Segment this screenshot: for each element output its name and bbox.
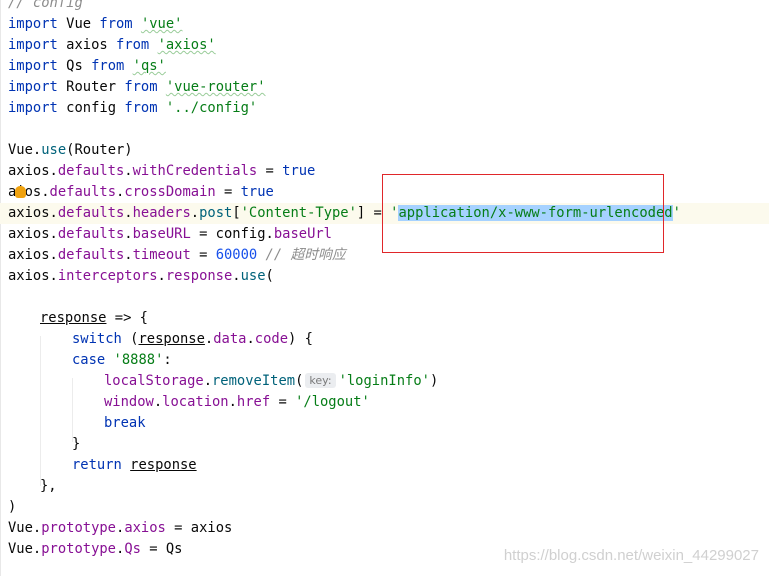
- code-line-interceptor: axios.interceptors.response.use(: [8, 268, 274, 284]
- code-line-base-url: axios.defaults.baseURL = config.baseUrl: [8, 226, 332, 242]
- intention-bulb-icon[interactable]: [15, 186, 26, 198]
- code-line-import-vue: import Vue from 'vue': [8, 16, 183, 32]
- code-line-with-credentials: axios.defaults.withCredentials = true: [8, 163, 316, 179]
- code-line-return: return response: [72, 457, 197, 473]
- code-line-import-qs: import Qs from 'qs': [8, 58, 166, 74]
- parameter-hint: key:: [305, 373, 336, 388]
- code-line-local-storage: localStorage.removeItem(key:'loginInfo'): [104, 373, 439, 389]
- code-line-prototype-qs: Vue.prototype.Qs = Qs: [8, 541, 183, 557]
- code-line-import-config: import config from '../config': [8, 100, 258, 116]
- code-editor[interactable]: // config import Vue from 'vue' import a…: [0, 0, 769, 576]
- code-line-comment: // config: [8, 0, 83, 11]
- code-line-window-location: window.location.href = '/logout': [104, 394, 370, 410]
- code-line-response-arrow: response => {: [40, 310, 148, 326]
- code-line-brace-close: }: [72, 436, 81, 452]
- code-line-cross-domain: aios.defaults.crossDomain = true: [8, 184, 274, 200]
- code-line-case: case '8888':: [72, 352, 172, 368]
- code-line-prototype-axios: Vue.prototype.axios = axios: [8, 520, 233, 536]
- code-line-import-router: import Router from 'vue-router': [8, 79, 266, 95]
- code-line-close-arrow: },: [40, 478, 57, 494]
- code-line-switch: switch (response.data.code) {: [72, 331, 313, 347]
- code-line-import-axios: import axios from 'axios': [8, 37, 216, 53]
- watermark: https://blog.csdn.net/weixin_44299027: [503, 547, 759, 564]
- editor-gutter: [0, 0, 1, 576]
- code-line-break: break: [104, 415, 146, 431]
- code-line-timeout: axios.defaults.timeout = 60000 // 超时响应: [8, 247, 346, 263]
- code-line-vue-use: Vue.use(Router): [8, 142, 133, 158]
- annotation-box: [382, 174, 664, 253]
- code-line-close-paren: ): [8, 499, 17, 515]
- indent-guide: [40, 336, 41, 486]
- indent-guide: [72, 378, 73, 442]
